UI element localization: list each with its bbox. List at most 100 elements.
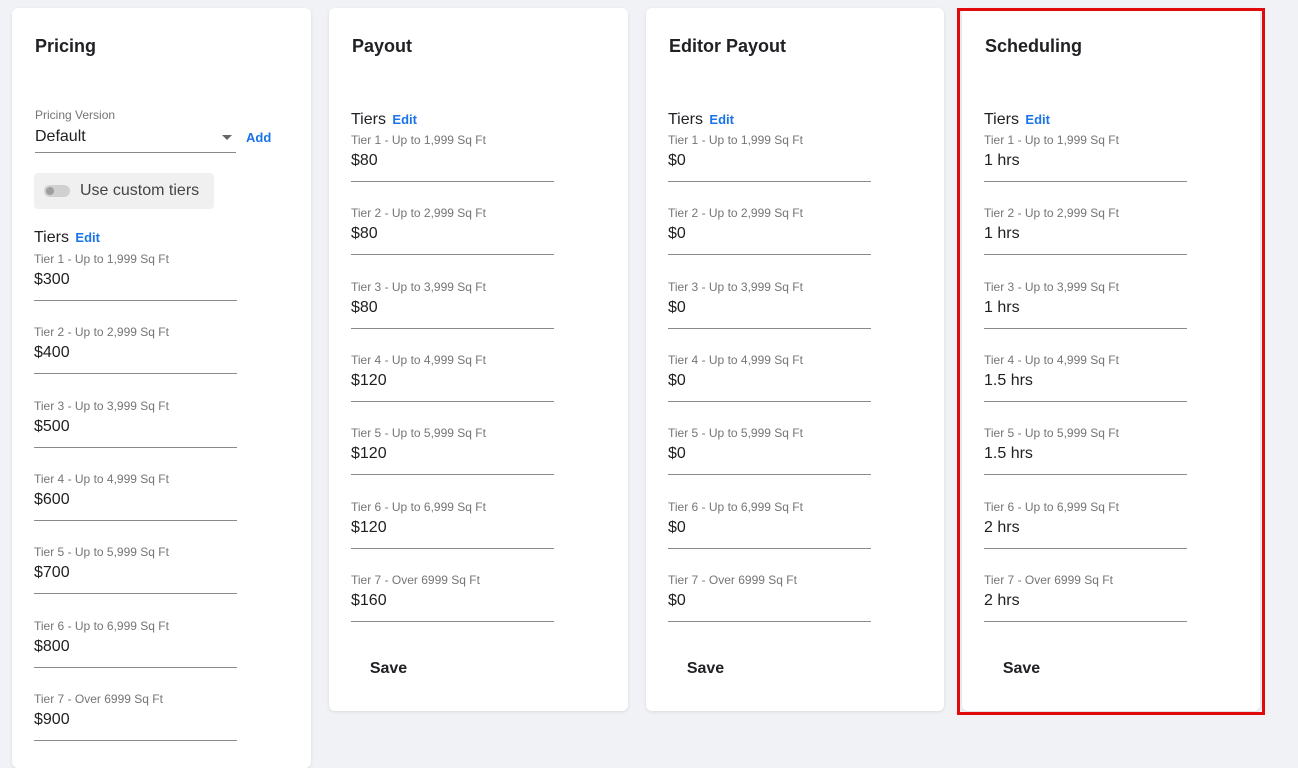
pricing-version-value: Default xyxy=(35,128,86,145)
tier-value[interactable]: 2 hrs xyxy=(984,592,1020,610)
tier-label: Tier 4 - Up to 4,999 Sq Ft xyxy=(668,353,803,367)
tier-value[interactable]: $80 xyxy=(351,225,378,243)
add-pricing-version-link[interactable]: Add xyxy=(246,130,271,145)
tier-label: Tier 4 - Up to 4,999 Sq Ft xyxy=(34,472,169,486)
tier-label: Tier 2 - Up to 2,999 Sq Ft xyxy=(351,206,486,220)
scheduling-tiers-heading: Tiers Edit xyxy=(984,111,1050,129)
scheduling-tiers-edit-link[interactable]: Edit xyxy=(1025,112,1050,127)
tier-field[interactable]: Tier 2 - Up to 2,999 Sq Ft $400 xyxy=(34,325,237,374)
tier-value[interactable]: $900 xyxy=(34,711,70,729)
tier-field[interactable]: Tier 3 - Up to 3,999 Sq Ft $500 xyxy=(34,399,237,448)
tier-value[interactable]: 1.5 hrs xyxy=(984,445,1033,463)
tier-field[interactable]: Tier 4 - Up to 4,999 Sq Ft $0 xyxy=(668,353,871,402)
tier-value[interactable]: 1 hrs xyxy=(984,299,1020,317)
tier-value[interactable]: $700 xyxy=(34,564,70,582)
tier-label: Tier 5 - Up to 5,999 Sq Ft xyxy=(668,426,803,440)
tier-field[interactable]: Tier 2 - Up to 2,999 Sq Ft 1 hrs xyxy=(984,206,1187,255)
tier-value[interactable]: $120 xyxy=(351,519,387,537)
tier-label: Tier 6 - Up to 6,999 Sq Ft xyxy=(668,500,803,514)
pricing-tiers-edit-link[interactable]: Edit xyxy=(75,230,100,245)
tier-value[interactable]: $300 xyxy=(34,271,70,289)
tiers-label: Tiers xyxy=(984,111,1019,128)
tier-label: Tier 3 - Up to 3,999 Sq Ft xyxy=(34,399,169,413)
tier-field[interactable]: Tier 4 - Up to 4,999 Sq Ft 1.5 hrs xyxy=(984,353,1187,402)
tier-field[interactable]: Tier 1 - Up to 1,999 Sq Ft $300 xyxy=(34,252,237,301)
tier-value[interactable]: 1.5 hrs xyxy=(984,372,1033,390)
tier-field[interactable]: Tier 6 - Up to 6,999 Sq Ft $800 xyxy=(34,619,237,668)
tier-label: Tier 1 - Up to 1,999 Sq Ft xyxy=(351,133,486,147)
tier-field[interactable]: Tier 3 - Up to 3,999 Sq Ft 1 hrs xyxy=(984,280,1187,329)
tier-field[interactable]: Tier 6 - Up to 6,999 Sq Ft 2 hrs xyxy=(984,500,1187,549)
tier-field[interactable]: Tier 2 - Up to 2,999 Sq Ft $0 xyxy=(668,206,871,255)
tier-field[interactable]: Tier 2 - Up to 2,999 Sq Ft $80 xyxy=(351,206,554,255)
tiers-label: Tiers xyxy=(351,111,386,128)
tier-value[interactable]: $0 xyxy=(668,152,686,170)
tier-label: Tier 5 - Up to 5,999 Sq Ft xyxy=(984,426,1119,440)
toggle-switch-icon xyxy=(44,185,70,197)
tier-field[interactable]: Tier 4 - Up to 4,999 Sq Ft $120 xyxy=(351,353,554,402)
tier-field[interactable]: Tier 7 - Over 6999 Sq Ft 2 hrs xyxy=(984,573,1187,622)
editor-payout-title: Editor Payout xyxy=(669,36,787,56)
tier-value[interactable]: $0 xyxy=(668,372,686,390)
editor-payout-tiers-heading: Tiers Edit xyxy=(668,111,734,129)
tier-label: Tier 2 - Up to 2,999 Sq Ft xyxy=(668,206,803,220)
tier-value[interactable]: $0 xyxy=(668,225,686,243)
tier-value[interactable]: $600 xyxy=(34,491,70,509)
tier-field[interactable]: Tier 1 - Up to 1,999 Sq Ft $80 xyxy=(351,133,554,182)
tier-field[interactable]: Tier 5 - Up to 5,999 Sq Ft $120 xyxy=(351,426,554,475)
tier-label: Tier 4 - Up to 4,999 Sq Ft xyxy=(351,353,486,367)
tier-value[interactable]: $120 xyxy=(351,372,387,390)
payout-tiers-edit-link[interactable]: Edit xyxy=(392,112,417,127)
tier-value[interactable]: $160 xyxy=(351,592,387,610)
tier-field[interactable]: Tier 5 - Up to 5,999 Sq Ft $0 xyxy=(668,426,871,475)
tier-value[interactable]: $500 xyxy=(34,418,70,436)
tier-value[interactable]: $0 xyxy=(668,519,686,537)
pricing-version-select[interactable]: Default xyxy=(35,127,236,153)
custom-tiers-toggle[interactable]: Use custom tiers xyxy=(34,173,214,209)
editor-payout-tiers-edit-link[interactable]: Edit xyxy=(709,112,734,127)
tier-value[interactable]: $80 xyxy=(351,152,378,170)
tier-field[interactable]: Tier 6 - Up to 6,999 Sq Ft $0 xyxy=(668,500,871,549)
tier-value[interactable]: $800 xyxy=(34,638,70,656)
tier-field[interactable]: Tier 7 - Over 6999 Sq Ft $0 xyxy=(668,573,871,622)
editor-payout-save-button[interactable]: Save xyxy=(668,653,743,685)
tier-value[interactable]: 1 hrs xyxy=(984,225,1020,243)
tier-label: Tier 5 - Up to 5,999 Sq Ft xyxy=(351,426,486,440)
tier-label: Tier 1 - Up to 1,999 Sq Ft xyxy=(984,133,1119,147)
tier-label: Tier 3 - Up to 3,999 Sq Ft xyxy=(984,280,1119,294)
tier-label: Tier 6 - Up to 6,999 Sq Ft xyxy=(351,500,486,514)
tier-value[interactable]: $0 xyxy=(668,299,686,317)
tier-field[interactable]: Tier 7 - Over 6999 Sq Ft $900 xyxy=(34,692,237,741)
tier-label: Tier 7 - Over 6999 Sq Ft xyxy=(34,692,163,706)
scheduling-save-button[interactable]: Save xyxy=(984,653,1059,685)
tier-value[interactable]: $0 xyxy=(668,445,686,463)
tier-field[interactable]: Tier 1 - Up to 1,999 Sq Ft $0 xyxy=(668,133,871,182)
tier-label: Tier 1 - Up to 1,999 Sq Ft xyxy=(34,252,169,266)
tier-field[interactable]: Tier 3 - Up to 3,999 Sq Ft $0 xyxy=(668,280,871,329)
tier-field[interactable]: Tier 6 - Up to 6,999 Sq Ft $120 xyxy=(351,500,554,549)
payout-title: Payout xyxy=(352,36,413,56)
tier-value[interactable]: $120 xyxy=(351,445,387,463)
scheduling-title: Scheduling xyxy=(985,36,1083,56)
tier-field[interactable]: Tier 5 - Up to 5,999 Sq Ft $700 xyxy=(34,545,237,594)
tier-value[interactable]: 1 hrs xyxy=(984,152,1020,170)
pricing-version-label: Pricing Version xyxy=(35,108,116,122)
tier-value[interactable]: $400 xyxy=(34,344,70,362)
tier-label: Tier 6 - Up to 6,999 Sq Ft xyxy=(984,500,1119,514)
tier-field[interactable]: Tier 1 - Up to 1,999 Sq Ft 1 hrs xyxy=(984,133,1187,182)
tier-field[interactable]: Tier 3 - Up to 3,999 Sq Ft $80 xyxy=(351,280,554,329)
payout-save-button[interactable]: Save xyxy=(351,653,426,685)
tier-field[interactable]: Tier 4 - Up to 4,999 Sq Ft $600 xyxy=(34,472,237,521)
tier-value[interactable]: $80 xyxy=(351,299,378,317)
tier-field[interactable]: Tier 5 - Up to 5,999 Sq Ft 1.5 hrs xyxy=(984,426,1187,475)
tier-label: Tier 7 - Over 6999 Sq Ft xyxy=(351,573,480,587)
tier-field[interactable]: Tier 7 - Over 6999 Sq Ft $160 xyxy=(351,573,554,622)
payout-card: Payout Tiers Edit Save Tier 1 - Up to 1,… xyxy=(329,8,628,711)
tier-label: Tier 6 - Up to 6,999 Sq Ft xyxy=(34,619,169,633)
tier-value[interactable]: $0 xyxy=(668,592,686,610)
tier-label: Tier 1 - Up to 1,999 Sq Ft xyxy=(668,133,803,147)
tier-value[interactable]: 2 hrs xyxy=(984,519,1020,537)
custom-tiers-label: Use custom tiers xyxy=(80,182,200,199)
tier-label: Tier 3 - Up to 3,999 Sq Ft xyxy=(351,280,486,294)
payout-tiers-heading: Tiers Edit xyxy=(351,111,417,129)
